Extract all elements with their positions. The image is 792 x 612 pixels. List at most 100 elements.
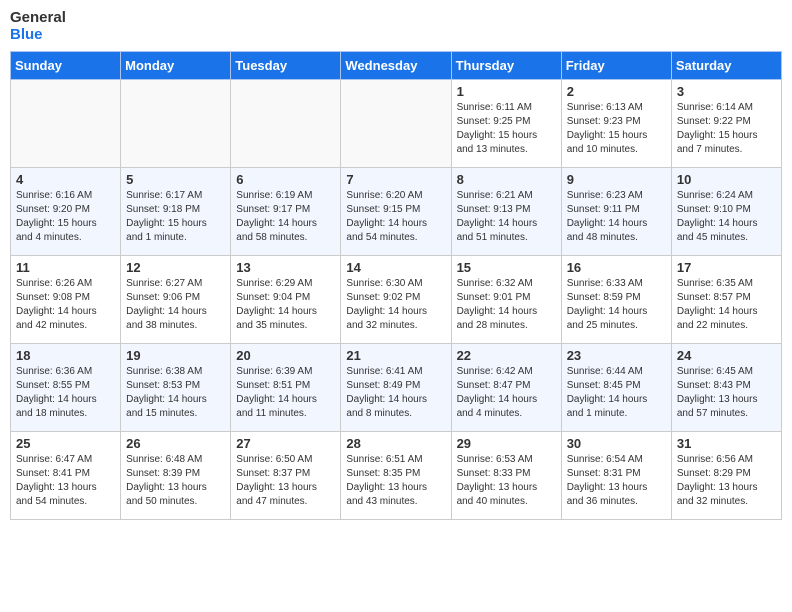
- day-number: 8: [457, 172, 556, 187]
- calendar-cell: 31 Sunrise: 6:56 AM Sunset: 8:29 PM Dayli…: [671, 432, 781, 520]
- day-number: 13: [236, 260, 335, 275]
- day-info: Sunrise: 6:35 AM Sunset: 8:57 PM Dayligh…: [677, 277, 776, 333]
- calendar-cell: 9 Sunrise: 6:23 AM Sunset: 9:11 PM Daylig…: [561, 168, 671, 256]
- page-header: General Blue: [10, 10, 782, 43]
- day-number: 19: [126, 348, 225, 363]
- day-info: Sunrise: 6:29 AM Sunset: 9:04 PM Dayligh…: [236, 277, 335, 333]
- day-number: 20: [236, 348, 335, 363]
- day-info: Sunrise: 6:14 AM Sunset: 9:22 PM Dayligh…: [677, 101, 776, 157]
- calendar-cell: 24 Sunrise: 6:45 AM Sunset: 8:43 PM Dayli…: [671, 344, 781, 432]
- calendar-cell: 25 Sunrise: 6:47 AM Sunset: 8:41 PM Dayli…: [11, 432, 121, 520]
- calendar-cell: 27 Sunrise: 6:50 AM Sunset: 8:37 PM Dayli…: [231, 432, 341, 520]
- day-number: 2: [567, 84, 666, 99]
- calendar-cell: [341, 80, 451, 168]
- day-info: Sunrise: 6:53 AM Sunset: 8:33 PM Dayligh…: [457, 453, 556, 509]
- day-info: Sunrise: 6:11 AM Sunset: 9:25 PM Dayligh…: [457, 101, 556, 157]
- day-info: Sunrise: 6:51 AM Sunset: 8:35 PM Dayligh…: [346, 453, 445, 509]
- calendar-cell: [231, 80, 341, 168]
- day-info: Sunrise: 6:32 AM Sunset: 9:01 PM Dayligh…: [457, 277, 556, 333]
- day-number: 14: [346, 260, 445, 275]
- calendar-cell: 21 Sunrise: 6:41 AM Sunset: 8:49 PM Dayli…: [341, 344, 451, 432]
- day-number: 26: [126, 436, 225, 451]
- calendar-cell: 15 Sunrise: 6:32 AM Sunset: 9:01 PM Dayli…: [451, 256, 561, 344]
- day-number: 11: [16, 260, 115, 275]
- calendar-cell: 22 Sunrise: 6:42 AM Sunset: 8:47 PM Dayli…: [451, 344, 561, 432]
- calendar-table: SundayMondayTuesdayWednesdayThursdayFrid…: [10, 51, 782, 520]
- calendar-cell: 17 Sunrise: 6:35 AM Sunset: 8:57 PM Dayli…: [671, 256, 781, 344]
- logo: General Blue: [10, 10, 66, 43]
- day-info: Sunrise: 6:23 AM Sunset: 9:11 PM Dayligh…: [567, 189, 666, 245]
- day-number: 28: [346, 436, 445, 451]
- calendar-cell: 7 Sunrise: 6:20 AM Sunset: 9:15 PM Daylig…: [341, 168, 451, 256]
- weekday-header: Tuesday: [231, 52, 341, 80]
- day-info: Sunrise: 6:42 AM Sunset: 8:47 PM Dayligh…: [457, 365, 556, 421]
- day-info: Sunrise: 6:36 AM Sunset: 8:55 PM Dayligh…: [16, 365, 115, 421]
- weekday-header: Friday: [561, 52, 671, 80]
- calendar-cell: 26 Sunrise: 6:48 AM Sunset: 8:39 PM Dayli…: [121, 432, 231, 520]
- day-number: 17: [677, 260, 776, 275]
- day-number: 7: [346, 172, 445, 187]
- day-info: Sunrise: 6:50 AM Sunset: 8:37 PM Dayligh…: [236, 453, 335, 509]
- calendar-cell: 2 Sunrise: 6:13 AM Sunset: 9:23 PM Daylig…: [561, 80, 671, 168]
- day-info: Sunrise: 6:33 AM Sunset: 8:59 PM Dayligh…: [567, 277, 666, 333]
- weekday-header: Monday: [121, 52, 231, 80]
- weekday-header: Saturday: [671, 52, 781, 80]
- calendar-cell: 16 Sunrise: 6:33 AM Sunset: 8:59 PM Dayli…: [561, 256, 671, 344]
- day-info: Sunrise: 6:39 AM Sunset: 8:51 PM Dayligh…: [236, 365, 335, 421]
- day-number: 29: [457, 436, 556, 451]
- day-number: 5: [126, 172, 225, 187]
- calendar-cell: 23 Sunrise: 6:44 AM Sunset: 8:45 PM Dayli…: [561, 344, 671, 432]
- calendar-cell: 10 Sunrise: 6:24 AM Sunset: 9:10 PM Dayli…: [671, 168, 781, 256]
- day-number: 27: [236, 436, 335, 451]
- day-number: 15: [457, 260, 556, 275]
- calendar-cell: 20 Sunrise: 6:39 AM Sunset: 8:51 PM Dayli…: [231, 344, 341, 432]
- day-info: Sunrise: 6:24 AM Sunset: 9:10 PM Dayligh…: [677, 189, 776, 245]
- day-info: Sunrise: 6:27 AM Sunset: 9:06 PM Dayligh…: [126, 277, 225, 333]
- day-number: 24: [677, 348, 776, 363]
- day-number: 21: [346, 348, 445, 363]
- calendar-cell: 4Sunrise: 6:16 AM Sunset: 9:20 PM Daylig…: [11, 168, 121, 256]
- calendar-cell: 12 Sunrise: 6:27 AM Sunset: 9:06 PM Dayli…: [121, 256, 231, 344]
- day-info: Sunrise: 6:13 AM Sunset: 9:23 PM Dayligh…: [567, 101, 666, 157]
- day-number: 10: [677, 172, 776, 187]
- calendar-cell: 28 Sunrise: 6:51 AM Sunset: 8:35 PM Dayli…: [341, 432, 451, 520]
- day-info: Sunrise: 6:30 AM Sunset: 9:02 PM Dayligh…: [346, 277, 445, 333]
- calendar-cell: 29 Sunrise: 6:53 AM Sunset: 8:33 PM Dayli…: [451, 432, 561, 520]
- day-info: Sunrise: 6:48 AM Sunset: 8:39 PM Dayligh…: [126, 453, 225, 509]
- day-info: Sunrise: 6:26 AM Sunset: 9:08 PM Dayligh…: [16, 277, 115, 333]
- calendar-cell: 8Sunrise: 6:21 AM Sunset: 9:13 PM Daylig…: [451, 168, 561, 256]
- day-number: 9: [567, 172, 666, 187]
- calendar-cell: 30 Sunrise: 6:54 AM Sunset: 8:31 PM Dayli…: [561, 432, 671, 520]
- day-info: Sunrise: 6:38 AM Sunset: 8:53 PM Dayligh…: [126, 365, 225, 421]
- day-info: Sunrise: 6:17 AM Sunset: 9:18 PM Dayligh…: [126, 189, 225, 245]
- calendar-cell: 6Sunrise: 6:19 AM Sunset: 9:17 PM Daylig…: [231, 168, 341, 256]
- day-info: Sunrise: 6:44 AM Sunset: 8:45 PM Dayligh…: [567, 365, 666, 421]
- day-number: 12: [126, 260, 225, 275]
- calendar-cell: 13 Sunrise: 6:29 AM Sunset: 9:04 PM Dayli…: [231, 256, 341, 344]
- day-info: Sunrise: 6:54 AM Sunset: 8:31 PM Dayligh…: [567, 453, 666, 509]
- day-number: 4: [16, 172, 115, 187]
- calendar-cell: [121, 80, 231, 168]
- calendar-cell: 18 Sunrise: 6:36 AM Sunset: 8:55 PM Dayli…: [11, 344, 121, 432]
- calendar-cell: 19 Sunrise: 6:38 AM Sunset: 8:53 PM Dayli…: [121, 344, 231, 432]
- day-number: 30: [567, 436, 666, 451]
- calendar-cell: 11 Sunrise: 6:26 AM Sunset: 9:08 PM Dayli…: [11, 256, 121, 344]
- day-number: 22: [457, 348, 556, 363]
- day-number: 23: [567, 348, 666, 363]
- day-info: Sunrise: 6:45 AM Sunset: 8:43 PM Dayligh…: [677, 365, 776, 421]
- day-info: Sunrise: 6:56 AM Sunset: 8:29 PM Dayligh…: [677, 453, 776, 509]
- day-info: Sunrise: 6:41 AM Sunset: 8:49 PM Dayligh…: [346, 365, 445, 421]
- calendar-cell: 14 Sunrise: 6:30 AM Sunset: 9:02 PM Dayli…: [341, 256, 451, 344]
- weekday-header: Wednesday: [341, 52, 451, 80]
- calendar-cell: [11, 80, 121, 168]
- day-number: 25: [16, 436, 115, 451]
- calendar-cell: 1Sunrise: 6:11 AM Sunset: 9:25 PM Daylig…: [451, 80, 561, 168]
- day-info: Sunrise: 6:19 AM Sunset: 9:17 PM Dayligh…: [236, 189, 335, 245]
- day-number: 31: [677, 436, 776, 451]
- day-info: Sunrise: 6:47 AM Sunset: 8:41 PM Dayligh…: [16, 453, 115, 509]
- day-number: 16: [567, 260, 666, 275]
- calendar-cell: 5 Sunrise: 6:17 AM Sunset: 9:18 PM Daylig…: [121, 168, 231, 256]
- day-info: Sunrise: 6:20 AM Sunset: 9:15 PM Dayligh…: [346, 189, 445, 245]
- day-number: 18: [16, 348, 115, 363]
- day-number: 3: [677, 84, 776, 99]
